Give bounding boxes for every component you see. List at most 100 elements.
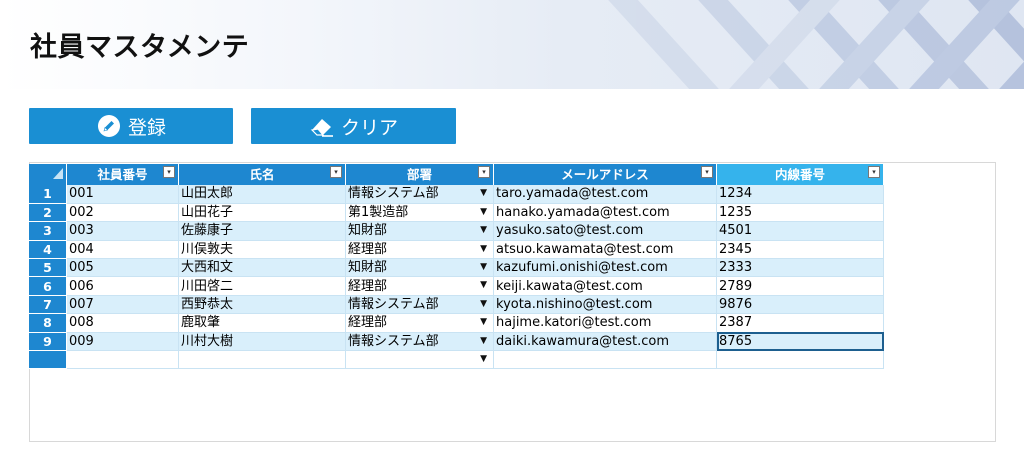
filter-dropdown-icon[interactable]: ▾ — [701, 166, 713, 178]
cell-name[interactable]: 佐藤康子 — [178, 221, 346, 241]
cell-employee-id[interactable] — [66, 350, 179, 370]
cell-extension[interactable]: 2333 — [716, 258, 884, 278]
cell-department[interactable]: 経理部 ▼ — [345, 276, 494, 296]
new-row-marker[interactable] — [29, 350, 67, 370]
cell-employee-id[interactable]: 007 — [66, 295, 179, 315]
table-header-row: 社員番号 ▾ 氏名 ▾ 部署 ▾ メールアドレス ▾ 内線番号 ▾ — [29, 164, 884, 185]
cell-extension[interactable]: 2345 — [716, 240, 884, 260]
cell-employee-id[interactable]: 003 — [66, 221, 179, 241]
cell-employee-id[interactable]: 009 — [66, 332, 179, 352]
cell-name[interactable]: 川俣敦夫 — [178, 240, 346, 260]
cell-extension[interactable]: 2789 — [716, 276, 884, 296]
cell-email[interactable]: kyota.nishino@test.com — [493, 295, 717, 315]
row-number[interactable]: 8 — [29, 313, 67, 333]
filter-dropdown-icon[interactable]: ▾ — [330, 166, 342, 178]
cell-name[interactable]: 西野恭太 — [178, 295, 346, 315]
cell-extension[interactable] — [716, 350, 884, 370]
cell-extension-selected[interactable]: 8765 — [716, 332, 884, 352]
cell-name[interactable]: 川村大樹 — [178, 332, 346, 352]
row-number[interactable]: 3 — [29, 221, 67, 241]
row-number[interactable]: 7 — [29, 295, 67, 315]
dropdown-arrow-icon[interactable]: ▼ — [480, 204, 487, 221]
dropdown-arrow-icon[interactable]: ▼ — [480, 314, 487, 331]
department-value: 経理部 — [348, 278, 388, 294]
register-button-label: 登録 — [127, 116, 166, 139]
cell-email[interactable]: hanako.yamada@test.com — [493, 203, 717, 223]
dropdown-arrow-icon[interactable]: ▼ — [480, 222, 487, 239]
register-button[interactable]: 登録 — [29, 108, 233, 144]
row-number[interactable]: 5 — [29, 258, 67, 278]
banner-decoration — [608, 0, 1024, 89]
cell-department[interactable]: 第1製造部 ▼ — [345, 203, 494, 223]
dropdown-arrow-icon[interactable]: ▼ — [480, 259, 487, 276]
cell-employee-id[interactable]: 001 — [66, 185, 179, 204]
cell-extension[interactable]: 2387 — [716, 313, 884, 333]
cell-email[interactable]: daiki.kawamura@test.com — [493, 332, 717, 352]
dropdown-arrow-icon[interactable]: ▼ — [480, 185, 487, 202]
cell-department[interactable]: 情報システム部 ▼ — [345, 185, 494, 204]
dropdown-arrow-icon[interactable]: ▼ — [480, 296, 487, 313]
row-number[interactable]: 1 — [29, 185, 67, 204]
cell-department[interactable]: 知財部 ▼ — [345, 258, 494, 278]
row-number[interactable]: 6 — [29, 276, 67, 296]
cell-name[interactable]: 川田啓二 — [178, 276, 346, 296]
row-number[interactable]: 4 — [29, 240, 67, 260]
column-header-email[interactable]: メールアドレス ▾ — [493, 164, 717, 185]
cell-email[interactable]: kazufumi.onishi@test.com — [493, 258, 717, 278]
cell-employee-id[interactable]: 002 — [66, 203, 179, 223]
cell-email[interactable] — [493, 350, 717, 370]
new-row: ▼ — [29, 350, 884, 370]
cell-employee-id[interactable]: 008 — [66, 313, 179, 333]
cell-department[interactable]: 経理部 ▼ — [345, 240, 494, 260]
row-number[interactable]: 9 — [29, 332, 67, 352]
cell-employee-id[interactable]: 006 — [66, 276, 179, 296]
table-row: 4 004 川俣敦夫 経理部 ▼ atsuo.kawamata@test.com … — [29, 240, 884, 260]
cell-extension[interactable]: 4501 — [716, 221, 884, 241]
clear-button-label: クリア — [340, 116, 398, 139]
department-value: 経理部 — [348, 315, 388, 331]
column-header-id[interactable]: 社員番号 ▾ — [66, 164, 179, 185]
filter-dropdown-icon[interactable]: ▾ — [868, 166, 880, 178]
cell-employee-id[interactable]: 005 — [66, 258, 179, 278]
cell-email[interactable]: hajime.katori@test.com — [493, 313, 717, 333]
column-header-dept[interactable]: 部署 ▾ — [345, 164, 494, 185]
filter-dropdown-icon[interactable]: ▾ — [163, 166, 175, 178]
dropdown-arrow-icon[interactable]: ▼ — [480, 351, 487, 368]
cell-email[interactable]: taro.yamada@test.com — [493, 185, 717, 204]
dropdown-arrow-icon[interactable]: ▼ — [480, 277, 487, 294]
dropdown-arrow-icon[interactable]: ▼ — [480, 333, 487, 350]
cell-name[interactable]: 鹿取肇 — [178, 313, 346, 333]
table-row: 5 005 大西和文 知財部 ▼ kazufumi.onishi@test.com… — [29, 258, 884, 278]
cell-extension[interactable]: 1235 — [716, 203, 884, 223]
cell-employee-id[interactable]: 004 — [66, 240, 179, 260]
column-header-extension[interactable]: 内線番号 ▾ — [716, 164, 884, 185]
filter-dropdown-icon[interactable]: ▾ — [478, 166, 490, 178]
cell-email[interactable]: atsuo.kawamata@test.com — [493, 240, 717, 260]
pencil-circle-icon — [96, 113, 122, 139]
select-all-corner[interactable] — [29, 164, 67, 185]
title-banner: 社員マスタメンテ — [0, 0, 1024, 89]
table-row: 8 008 鹿取肇 経理部 ▼ hajime.katori@test.com 23… — [29, 313, 884, 333]
cell-department[interactable]: ▼ — [345, 350, 494, 370]
table-row: 1 001 山田太郎 情報システム部 ▼ taro.yamada@test.com… — [29, 185, 884, 204]
cell-department[interactable]: 情報システム部 ▼ — [345, 332, 494, 352]
table-row: 3 003 佐藤康子 知財部 ▼ yasuko.sato@test.com 450… — [29, 221, 884, 241]
cell-department[interactable]: 知財部 ▼ — [345, 221, 494, 241]
dropdown-arrow-icon[interactable]: ▼ — [480, 241, 487, 258]
cell-name[interactable] — [178, 350, 346, 370]
clear-button[interactable]: クリア — [251, 108, 456, 144]
cell-email[interactable]: keiji.kawata@test.com — [493, 276, 717, 296]
cell-name[interactable]: 大西和文 — [178, 258, 346, 278]
department-value: 知財部 — [348, 260, 388, 276]
cell-extension[interactable]: 1234 — [716, 185, 884, 204]
cell-department[interactable]: 情報システム部 ▼ — [345, 295, 494, 315]
page-title: 社員マスタメンテ — [30, 32, 250, 63]
cell-name[interactable]: 山田花子 — [178, 203, 346, 223]
cell-email[interactable]: yasuko.sato@test.com — [493, 221, 717, 241]
cell-extension[interactable]: 9876 — [716, 295, 884, 315]
table-row: 6 006 川田啓二 経理部 ▼ keiji.kawata@test.com 27… — [29, 276, 884, 296]
column-header-name[interactable]: 氏名 ▾ — [178, 164, 346, 185]
row-number[interactable]: 2 — [29, 203, 67, 223]
cell-department[interactable]: 経理部 ▼ — [345, 313, 494, 333]
cell-name[interactable]: 山田太郎 — [178, 185, 346, 204]
